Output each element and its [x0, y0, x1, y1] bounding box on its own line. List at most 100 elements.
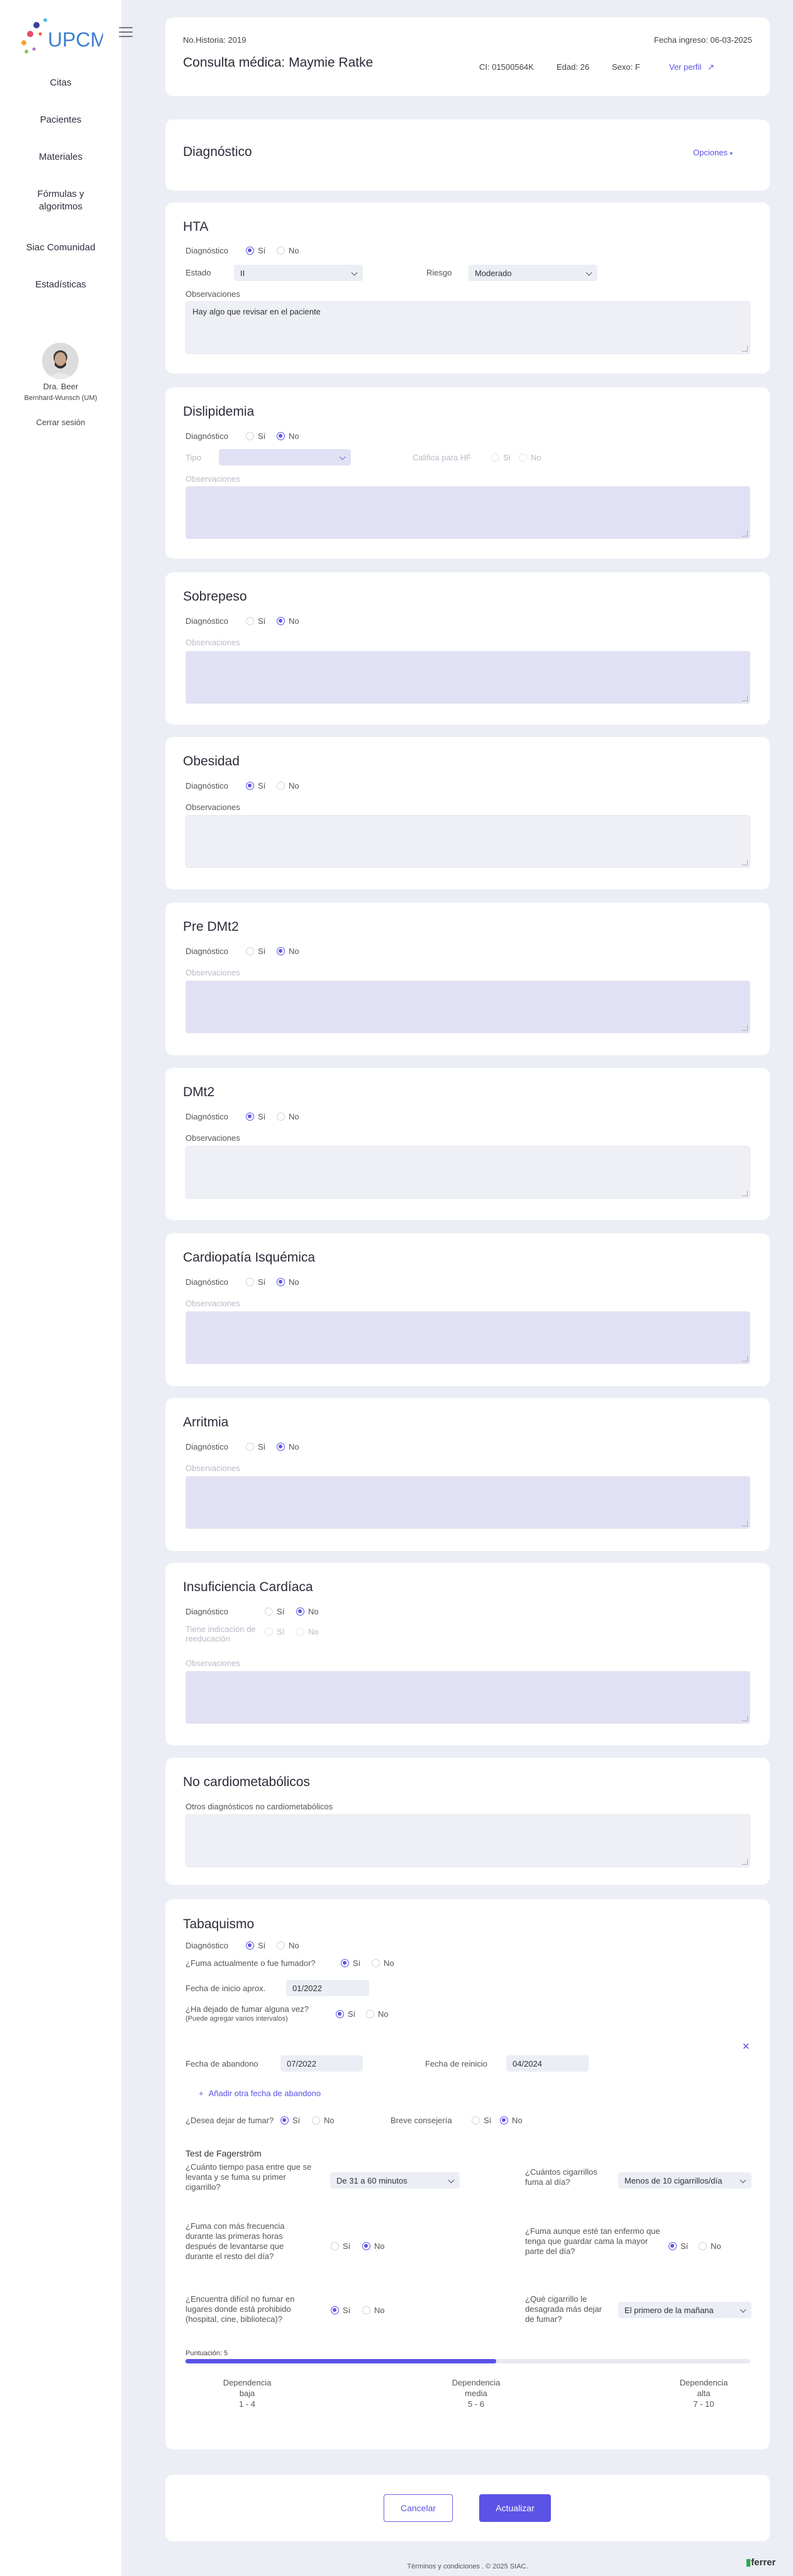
fuma-yes-radio[interactable]: Sí — [341, 1958, 360, 1968]
dmt2-yes-radio[interactable]: Sí — [246, 1112, 265, 1121]
logout-link[interactable]: Cerrar sesión — [0, 418, 121, 427]
fagerstrom-q5-no-radio[interactable]: No — [362, 2306, 385, 2315]
consejeria-no-radio[interactable]: No — [500, 2116, 523, 2125]
arritmia-yes-radio[interactable]: Sí — [246, 1442, 265, 1452]
tabaquismo-no-radio[interactable]: No — [277, 1941, 299, 1950]
diagnosis-label: Diagnóstico — [186, 1607, 228, 1616]
observaciones-label: Observaciones — [186, 638, 240, 647]
dislipidemia-observaciones-textarea[interactable] — [186, 486, 750, 539]
fagerstrom-q2-select[interactable]: Menos de 10 cigarrillos/día — [618, 2172, 751, 2189]
tabaquismo-yes-radio[interactable]: Sí — [246, 1941, 265, 1950]
dmt2-observaciones-textarea[interactable] — [186, 1146, 750, 1199]
page-title: Consulta médica: Maymie Ratke — [183, 55, 374, 70]
hta-riesgo-select[interactable]: Moderado — [469, 265, 597, 281]
dependency-mid-range: 5 - 6 — [467, 2399, 484, 2409]
dislipidemia-tipo-select[interactable] — [219, 449, 351, 465]
desea-no-radio[interactable]: No — [312, 2116, 335, 2125]
dmt2-no-radio[interactable]: No — [277, 1112, 299, 1121]
riesgo-label: Riesgo — [426, 268, 452, 277]
estado-label: Estado — [186, 268, 211, 277]
nav-item-estadisticas[interactable]: Estadísticas — [0, 279, 121, 291]
consejeria-yes-radio[interactable]: Sí — [472, 2116, 491, 2125]
desea-yes-radio[interactable]: Sí — [280, 2116, 300, 2125]
nav-item-siac-comunidad[interactable]: Siac Comunidad — [0, 242, 121, 254]
dislipidemia-yes-radio[interactable]: Sí — [246, 431, 265, 441]
upcm-logo[interactable]: UPCM — [18, 15, 103, 59]
dmt2-card: DMt2 Diagnóstico Sí No Observaciones — [165, 1068, 770, 1220]
dependency-high-range: 7 - 10 — [693, 2399, 714, 2409]
indicacion-no-radio[interactable]: No — [296, 1627, 319, 1636]
diagnosis-title: Diagnóstico — [183, 145, 252, 159]
obesidad-no-radio[interactable]: No — [277, 781, 299, 791]
fagerstrom-q1-select[interactable]: De 31 a 60 minutos — [330, 2172, 460, 2189]
dejado-yes-radio[interactable]: Sí — [336, 2009, 355, 2019]
sobrepeso-no-radio[interactable]: No — [277, 616, 299, 626]
dejado-no-radio[interactable]: No — [366, 2009, 389, 2019]
sobrepeso-observaciones-textarea[interactable] — [186, 651, 750, 704]
options-dropdown[interactable]: Opciones ▾ — [693, 148, 733, 157]
fagerstrom-q5-yes-radio[interactable]: Sí — [331, 2306, 350, 2315]
svg-text:UPCM: UPCM — [48, 28, 103, 51]
cancel-button[interactable]: Cancelar — [384, 2494, 453, 2522]
diagnosis-label: Diagnóstico — [186, 1442, 228, 1452]
nav-item-citas[interactable]: Citas — [0, 77, 121, 89]
fuma-no-radio[interactable]: No — [372, 1958, 394, 1968]
desea-question: ¿Desea dejar de fumar? — [186, 2116, 274, 2125]
nav-item-pacientes[interactable]: Pacientes — [0, 114, 121, 126]
fagerstrom-q6-select[interactable]: El primero de la mañana — [618, 2302, 751, 2318]
cardiopatia-card: Cardiopatía Isquémica Diagnóstico Sí No … — [165, 1233, 770, 1386]
sobrepeso-card: Sobrepeso Diagnóstico Sí No Observacione… — [165, 572, 770, 724]
cardiopatia-observaciones-textarea[interactable] — [186, 1311, 750, 1364]
indicacion-yes-radio[interactable]: Sí — [265, 1627, 284, 1636]
fagerstrom-q3-no-radio[interactable]: No — [362, 2241, 385, 2251]
dislipidemia-card: Dislipidemia Diagnóstico Sí No Tipo Cali… — [165, 387, 770, 558]
menu-toggle-icon[interactable] — [119, 27, 133, 37]
hta-no-radio[interactable]: No — [277, 246, 299, 255]
dependency-high: Dependencia alta 7 - 10 — [674, 2377, 734, 2409]
predmt2-observaciones-textarea[interactable] — [186, 980, 750, 1033]
califica-hf-no-radio[interactable]: No — [519, 453, 541, 462]
obesidad-yes-radio[interactable]: Sí — [246, 781, 265, 791]
fecha-reinicio-input[interactable]: 04/2024 — [506, 2055, 589, 2072]
arritmia-observaciones-textarea[interactable] — [186, 1476, 750, 1529]
predmt2-no-radio[interactable]: No — [277, 947, 299, 956]
hta-yes-radio[interactable]: Sí — [246, 246, 265, 255]
insuficiencia-yes-radio[interactable]: Sí — [265, 1607, 284, 1616]
tipo-label: Tipo — [186, 453, 201, 462]
update-button[interactable]: Actualizar — [479, 2494, 551, 2522]
califica-hf-yes-radio[interactable]: Sí — [491, 453, 511, 462]
patient-header-card: No.Historia: 2019 Fecha ingreso: 06-03-2… — [165, 18, 770, 96]
arritmia-no-radio[interactable]: No — [277, 1442, 299, 1452]
nav-item-formulas[interactable]: Fórmulas y algoritmos — [32, 188, 89, 213]
fecha-inicio-input[interactable]: 01/2022 — [286, 1980, 369, 1996]
fecha-abandono-input[interactable]: 07/2022 — [280, 2055, 363, 2072]
fagerstrom-q3-yes-radio[interactable]: Sí — [331, 2241, 350, 2251]
sobrepeso-title: Sobrepeso — [183, 589, 247, 604]
observaciones-label: Observaciones — [186, 968, 240, 977]
insuficiencia-observaciones-textarea[interactable] — [186, 1671, 750, 1724]
otros-diagnosticos-textarea[interactable] — [186, 1814, 750, 1867]
add-abandono-link[interactable]: + Añadir otra fecha de abandono — [199, 2089, 321, 2098]
patient-sex: Sexo: F — [612, 62, 640, 72]
fagerstrom-q4-yes-radio[interactable]: Sí — [668, 2241, 688, 2251]
dependency-mid: Dependencia media 5 - 6 — [446, 2377, 506, 2409]
plus-icon: + — [199, 2089, 204, 2098]
nav-item-materiales[interactable]: Materiales — [0, 151, 121, 164]
view-profile-link[interactable]: Ver perfil ↗ — [669, 62, 714, 72]
sobrepeso-yes-radio[interactable]: Sí — [246, 616, 265, 626]
remove-interval-icon[interactable]: ✕ — [742, 2041, 750, 2052]
footer-terms[interactable]: Términos y condiciones . © 2025 SIAC. — [165, 2563, 770, 2570]
otros-diagnosticos-label: Otros diagnósticos no cardiometabólicos — [186, 1802, 333, 1811]
dislipidemia-no-radio[interactable]: No — [277, 431, 299, 441]
obesidad-observaciones-textarea[interactable] — [186, 815, 750, 868]
cardiopatia-yes-radio[interactable]: Sí — [246, 1277, 265, 1287]
insuficiencia-no-radio[interactable]: No — [296, 1607, 319, 1616]
hta-estado-select[interactable]: II — [234, 265, 363, 281]
predmt2-yes-radio[interactable]: Sí — [246, 947, 265, 956]
hta-title: HTA — [183, 219, 209, 234]
fagerstrom-q4-no-radio[interactable]: No — [699, 2241, 721, 2251]
fagerstrom-q3: ¿Fuma con más frecuencia durante las pri… — [186, 2221, 285, 2261]
cardiopatia-no-radio[interactable]: No — [277, 1277, 299, 1287]
hta-observaciones-textarea[interactable]: Hay algo que revisar en el paciente — [186, 301, 750, 354]
avatar[interactable] — [42, 343, 79, 379]
